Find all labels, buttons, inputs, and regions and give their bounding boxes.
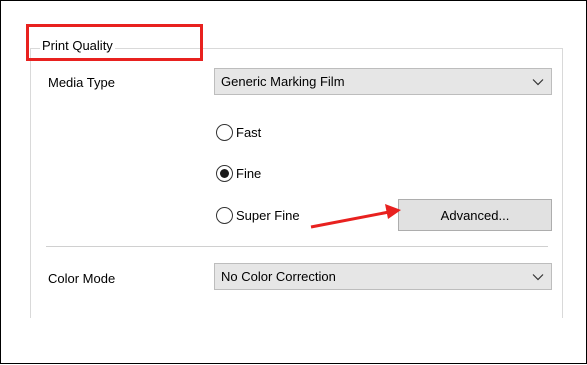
chevron-down-icon (525, 264, 551, 289)
radio-label-fine: Fine (236, 165, 262, 181)
radio-super-fine[interactable]: Super Fine (216, 205, 300, 225)
annotation-highlight-box (26, 24, 203, 61)
radio-circle-super-fine[interactable] (216, 206, 233, 224)
radio-label-super-fine: Super Fine (236, 207, 300, 223)
radio-circle-fine[interactable] (216, 164, 233, 182)
chevron-down-icon (525, 69, 551, 94)
media-type-value: Generic Marking Film (221, 74, 345, 89)
radio-fast[interactable]: Fast (216, 122, 261, 142)
radio-label-fast: Fast (236, 124, 262, 140)
color-mode-value: No Color Correction (221, 269, 336, 284)
color-mode-dropdown[interactable]: No Color Correction (214, 263, 552, 290)
radio-circle-fast[interactable] (216, 123, 233, 141)
radio-selected-dot (220, 168, 229, 178)
separator-line (46, 246, 548, 247)
media-type-label: Media Type (48, 75, 115, 90)
print-settings-panel: Print Quality Media Type Generic Marking… (0, 0, 587, 364)
radio-fine[interactable]: Fine (216, 163, 261, 183)
media-type-dropdown[interactable]: Generic Marking Film (214, 68, 552, 95)
advanced-button[interactable]: Advanced... (398, 199, 552, 231)
color-mode-label: Color Mode (48, 271, 116, 286)
